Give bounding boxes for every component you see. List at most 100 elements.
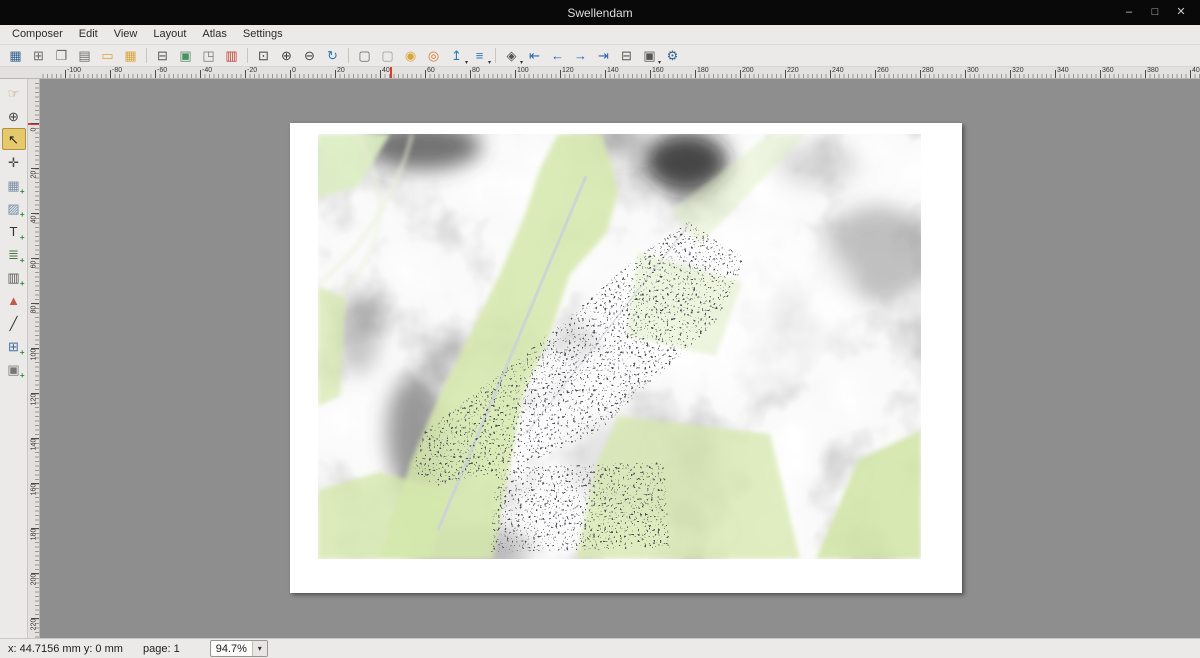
zoom-in-button[interactable]: ⊕ (276, 46, 297, 66)
menu-layout[interactable]: Layout (145, 25, 194, 44)
titlebar: Swellendam –□✕ (0, 0, 1200, 25)
add-map-tool-button[interactable]: ▦+ (2, 174, 26, 196)
atlas-next-feature-button[interactable]: → (570, 46, 591, 66)
atlas-first-feature-icon: ⇤ (529, 49, 540, 62)
ruler-tick (695, 70, 696, 78)
select-move-item-tool-button[interactable]: ↖ (2, 128, 26, 150)
add-shape-tool-button[interactable]: ▲ (2, 289, 26, 311)
ruler-tick (1055, 70, 1056, 78)
raise-items-button[interactable]: ↥▾ (446, 46, 467, 66)
page-indicator: page: 1 (143, 643, 180, 655)
add-scalebar-tool-button[interactable]: ▥+ (2, 266, 26, 288)
unlock-items-button[interactable]: ◎ (423, 46, 444, 66)
menu-settings[interactable]: Settings (235, 25, 291, 44)
add-label-tool-button[interactable]: T+ (2, 220, 26, 242)
atlas-preview-button[interactable]: ◈▾ (501, 46, 522, 66)
minimize-button[interactable]: – (1116, 0, 1142, 25)
print-button[interactable]: ⊟ (152, 46, 173, 66)
atlas-previous-feature-button[interactable]: ← (547, 46, 568, 66)
statusbar: x: 44.7156 mm y: 0 mm page: 1 94.7% ▾ (0, 638, 1200, 658)
add-legend-tool-button[interactable]: ≣+ (2, 243, 26, 265)
save-as-template-icon: ▦ (124, 49, 136, 62)
add-arrow-tool-icon: ╱ (10, 317, 18, 330)
export-image-icon: ▣ (179, 49, 191, 62)
new-composer-icon: ⊞ (33, 49, 44, 62)
load-from-template-button[interactable]: ▭ (97, 46, 118, 66)
group-items-icon: ▢ (358, 49, 370, 62)
group-items-button[interactable]: ▢ (354, 46, 375, 66)
print-atlas-button[interactable]: ⊟ (616, 46, 637, 66)
zoom-tool-button[interactable]: ⊕ (2, 105, 26, 127)
ruler-tick (155, 70, 156, 78)
menubar: ComposerEditViewLayoutAtlasSettings (0, 25, 1200, 45)
dropdown-arrow-icon: ▾ (520, 59, 523, 66)
close-button[interactable]: ✕ (1168, 0, 1194, 25)
ruler-label: 300 (967, 67, 979, 74)
ruler-tick (65, 70, 66, 78)
toolbar-separator (495, 48, 496, 63)
add-badge-icon: + (20, 280, 25, 288)
ruler-label: 0 (292, 67, 296, 74)
add-attribute-table-tool-button[interactable]: ⊞+ (2, 335, 26, 357)
ruler-label: 260 (877, 67, 889, 74)
main-area: ☞⊕↖✛▦+▨+T+≣+▥+▲╱⊞+▣+ 0204060801001201401… (0, 79, 1200, 638)
add-image-tool-button[interactable]: ▨+ (2, 197, 26, 219)
ruler-label: 180 (697, 67, 709, 74)
ruler-tick (110, 70, 111, 78)
zoom-full-button[interactable]: ⊡ (253, 46, 274, 66)
new-composer-button[interactable]: ⊞ (28, 46, 49, 66)
composition-page[interactable] (290, 123, 962, 593)
ruler-label: 360 (1102, 67, 1114, 74)
ruler-label: 0 (31, 120, 38, 140)
atlas-settings-button[interactable]: ⚙ (662, 46, 683, 66)
atlas-last-feature-button[interactable]: ⇥ (593, 46, 614, 66)
duplicate-composer-button[interactable]: ❐ (51, 46, 72, 66)
add-legend-tool-icon: ≣ (8, 248, 19, 261)
atlas-first-feature-button[interactable]: ⇤ (524, 46, 545, 66)
composer-manager-button[interactable]: ▤ (74, 46, 95, 66)
ruler-tick (830, 70, 831, 78)
add-arrow-tool-button[interactable]: ╱ (2, 312, 26, 334)
ruler-label: 340 (1057, 67, 1069, 74)
duplicate-composer-icon: ❐ (56, 49, 68, 62)
pan-tool-button[interactable]: ☞ (2, 82, 26, 104)
add-html-frame-tool-button[interactable]: ▣+ (2, 358, 26, 380)
select-move-item-tool-icon: ↖ (8, 133, 19, 146)
export-atlas-button[interactable]: ▣▾ (639, 46, 660, 66)
ruler-tick (740, 70, 741, 78)
maximize-button[interactable]: □ (1142, 0, 1168, 25)
export-svg-button[interactable]: ◳ (198, 46, 219, 66)
add-html-frame-tool-icon: ▣ (7, 363, 19, 376)
zoom-out-button[interactable]: ⊖ (299, 46, 320, 66)
refresh-view-button[interactable]: ↻ (322, 46, 343, 66)
menu-edit[interactable]: Edit (71, 25, 106, 44)
raise-items-icon: ↥ (451, 49, 462, 62)
map-item[interactable] (318, 134, 921, 559)
align-items-icon: ≡ (476, 49, 484, 62)
item-toolbox: ☞⊕↖✛▦+▨+T+≣+▥+▲╱⊞+▣+ (0, 79, 28, 638)
ruler-tick (470, 70, 471, 78)
align-items-button[interactable]: ≡▾ (469, 46, 490, 66)
export-image-button[interactable]: ▣ (175, 46, 196, 66)
save-as-template-button[interactable]: ▦ (120, 46, 141, 66)
ruler-tick (650, 70, 651, 78)
export-pdf-button[interactable]: ▥ (221, 46, 242, 66)
ruler-label: 140 (607, 67, 619, 74)
zoom-level-combo[interactable]: 94.7% ▾ (210, 640, 268, 657)
ungroup-items-button[interactable]: ▢ (377, 46, 398, 66)
zoom-full-icon: ⊡ (258, 49, 269, 62)
composer-manager-icon: ▤ (78, 49, 90, 62)
ruler-tick (515, 70, 516, 78)
move-item-content-tool-button[interactable]: ✛ (2, 151, 26, 173)
menu-composer[interactable]: Composer (4, 25, 71, 44)
menu-atlas[interactable]: Atlas (194, 25, 234, 44)
print-atlas-icon: ⊟ (621, 49, 632, 62)
pan-tool-icon: ☞ (8, 87, 20, 100)
ruler-label: 220 (31, 615, 38, 635)
save-project-button[interactable]: ▦ (5, 46, 26, 66)
layout-canvas[interactable] (40, 79, 1200, 638)
ruler-label: 380 (1147, 67, 1159, 74)
lock-items-button[interactable]: ◉ (400, 46, 421, 66)
ruler-tick (200, 70, 201, 78)
menu-view[interactable]: View (106, 25, 146, 44)
